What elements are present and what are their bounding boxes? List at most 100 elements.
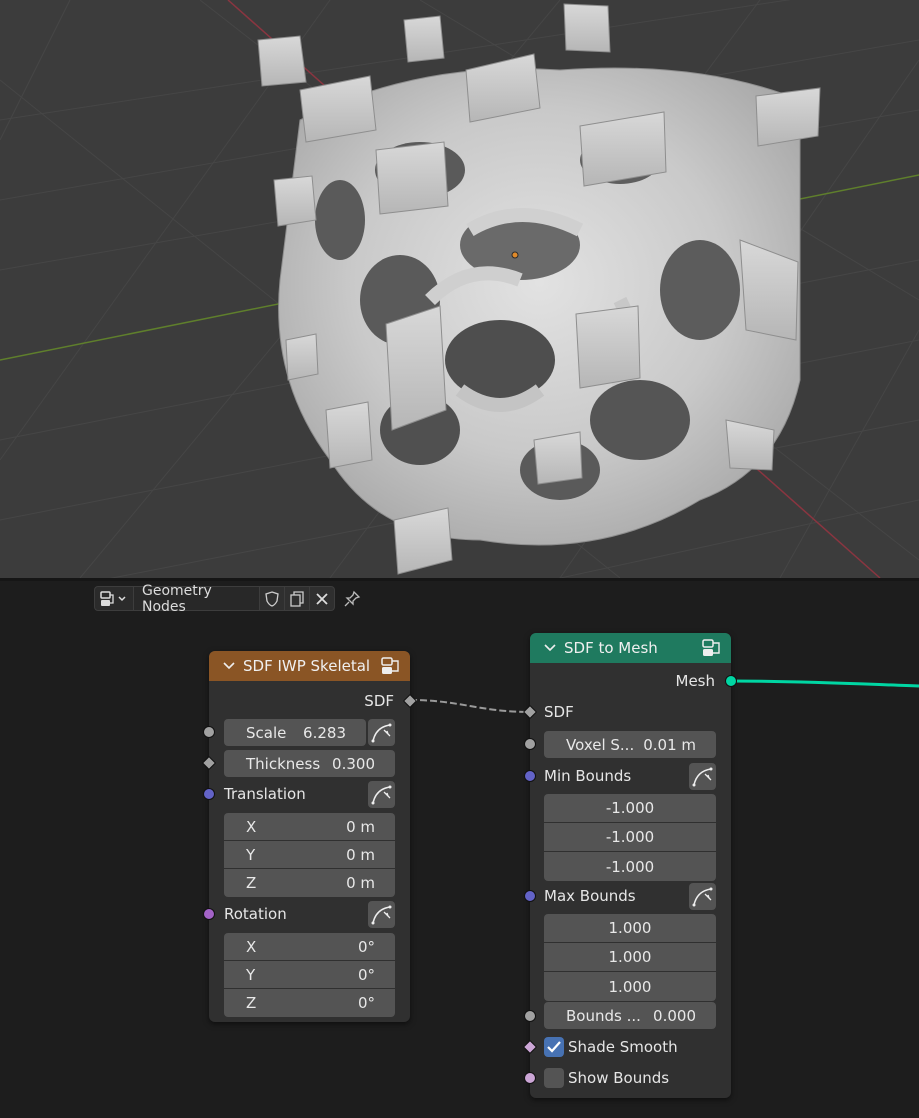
input-socket-show-bounds[interactable] — [524, 1072, 536, 1084]
sdf-link — [409, 699, 531, 713]
output-label: Mesh — [675, 672, 716, 690]
axis-value: 0° — [357, 965, 375, 984]
input-socket-voxel-size[interactable] — [524, 738, 536, 750]
thickness-label: Thickness — [246, 754, 321, 773]
min-bounds-z[interactable]: -1.000 — [544, 852, 716, 881]
curve-icon — [692, 767, 713, 787]
axis-value: 1.000 — [608, 919, 652, 937]
bounds-padding-field[interactable]: Bounds ... 0.000 — [544, 1002, 716, 1029]
shade-smooth-label: Shade Smooth — [568, 1034, 678, 1060]
rotation-label: Rotation — [224, 901, 287, 927]
scale-value: 6.283 — [303, 723, 346, 742]
3d-viewport[interactable] — [0, 0, 919, 578]
node-sdf-iwp-skeletal[interactable]: SDF IWP Skeletal SDF Scale 6.283 Thickne… — [201, 651, 418, 1022]
object-origin — [511, 251, 519, 259]
show-bounds-label: Show Bounds — [568, 1065, 669, 1091]
input-socket-translation[interactable] — [203, 788, 215, 800]
node-links — [409, 679, 919, 713]
chevron-down-icon[interactable] — [223, 660, 235, 672]
translation-x[interactable]: X 0 m — [224, 813, 395, 841]
axis-value: 1.000 — [608, 977, 652, 996]
max-bounds-y[interactable]: 1.000 — [544, 943, 716, 972]
rotation-z[interactable]: Z 0° — [224, 989, 395, 1017]
axis-value: 0 m — [346, 874, 375, 892]
rotation-curve-button[interactable] — [368, 901, 395, 928]
unlink-button[interactable] — [310, 586, 335, 611]
axis-label: Z — [246, 874, 257, 892]
translation-label-text: Translation — [224, 785, 306, 803]
output-mesh-label: Mesh — [676, 668, 716, 694]
checkmark-icon — [547, 1041, 561, 1053]
editor-header: Geometry Nodes — [94, 583, 365, 615]
output-socket-mesh[interactable] — [725, 675, 737, 687]
thickness-value: 0.300 — [332, 754, 375, 773]
curve-icon — [371, 723, 392, 743]
output-label: SDF — [364, 692, 394, 710]
voxel-size-label: Voxel S... — [566, 735, 635, 754]
axis-value: 0 m — [346, 817, 375, 836]
curve-icon — [371, 905, 392, 925]
max-bounds-z[interactable]: 1.000 — [544, 972, 716, 1001]
thickness-field[interactable]: Thickness 0.300 — [224, 750, 395, 777]
axis-value: -1.000 — [605, 857, 655, 876]
min-bounds-label-text: Min Bounds — [544, 767, 632, 785]
shade-smooth-label-text: Shade Smooth — [568, 1038, 678, 1056]
node-editor[interactable]: Geometry Nodes SDF IWP Skeletal SDF Scal… — [0, 581, 919, 1118]
node-group-icon[interactable] — [380, 656, 402, 676]
curve-icon — [371, 785, 392, 805]
new-copy-button[interactable] — [285, 586, 310, 611]
translation-z[interactable]: Z 0 m — [224, 869, 395, 897]
rotation-y[interactable]: Y 0° — [224, 961, 395, 989]
chevron-down-icon — [118, 595, 126, 601]
node-sdf-to-mesh[interactable]: SDF to Mesh Mesh SDF Voxel S... 0.01 m M… — [522, 633, 737, 1098]
scale-curve-button[interactable] — [368, 719, 395, 746]
rotation-x[interactable]: X 0° — [224, 933, 395, 961]
mesh-output-link — [730, 679, 919, 688]
node-tree-name-field[interactable]: Geometry Nodes — [134, 583, 260, 615]
translation-vector[interactable]: X 0 m Y 0 m Z 0 m — [224, 813, 395, 897]
translation-curve-button[interactable] — [368, 781, 395, 808]
node-tree-selector[interactable] — [94, 586, 134, 611]
voxel-size-value: 0.01 m — [643, 735, 696, 754]
translation-y[interactable]: Y 0 m — [224, 841, 395, 869]
input-socket-max-bounds[interactable] — [524, 890, 536, 902]
translation-label: Translation — [224, 781, 306, 807]
input-socket-min-bounds[interactable] — [524, 770, 536, 782]
max-bounds-label: Max Bounds — [544, 883, 636, 909]
chevron-down-icon[interactable] — [544, 642, 556, 654]
node-group-icon[interactable] — [701, 638, 723, 658]
axis-value: 0° — [357, 994, 375, 1012]
max-bounds-x[interactable]: 1.000 — [544, 914, 716, 943]
rotation-vector[interactable]: X 0° Y 0° Z 0° — [224, 933, 395, 1017]
pin-button[interactable] — [339, 586, 365, 611]
blender-window: Geometry Nodes SDF IWP Skeletal SDF Scal… — [0, 0, 919, 1118]
pin-icon — [344, 590, 361, 606]
close-icon — [316, 592, 328, 605]
max-bounds-curve-button[interactable] — [689, 883, 716, 910]
axis-value: 1.000 — [608, 948, 652, 966]
scale-field[interactable]: Scale 6.283 — [224, 719, 366, 746]
show-bounds-checkbox[interactable] — [544, 1068, 564, 1088]
min-bounds-curve-button[interactable] — [689, 763, 716, 790]
scale-label: Scale — [246, 723, 287, 742]
viewport-scene — [0, 0, 919, 578]
input-socket-scale[interactable] — [203, 726, 215, 738]
min-bounds-vector[interactable]: -1.000 -1.000 -1.000 — [544, 794, 716, 881]
shade-smooth-checkbox[interactable] — [544, 1037, 564, 1057]
copy-icon — [290, 590, 304, 607]
input-socket-bounds-padding[interactable] — [524, 1010, 536, 1022]
axis-label: Y — [246, 965, 256, 984]
fake-user-button[interactable] — [260, 586, 285, 611]
node-title: SDF to Mesh — [564, 639, 658, 657]
node-header[interactable]: SDF to Mesh — [530, 633, 731, 663]
max-bounds-vector[interactable]: 1.000 1.000 1.000 — [544, 914, 716, 1001]
node-header[interactable]: SDF IWP Skeletal — [209, 651, 410, 681]
min-bounds-y[interactable]: -1.000 — [544, 823, 716, 852]
input-socket-rotation[interactable] — [203, 908, 215, 920]
show-bounds-label-text: Show Bounds — [568, 1069, 670, 1087]
min-bounds-x[interactable]: -1.000 — [544, 794, 716, 823]
min-bounds-label: Min Bounds — [544, 763, 631, 789]
axis-value: -1.000 — [605, 828, 655, 846]
rotation-label-text: Rotation — [224, 905, 287, 923]
voxel-size-field[interactable]: Voxel S... 0.01 m — [544, 731, 716, 758]
